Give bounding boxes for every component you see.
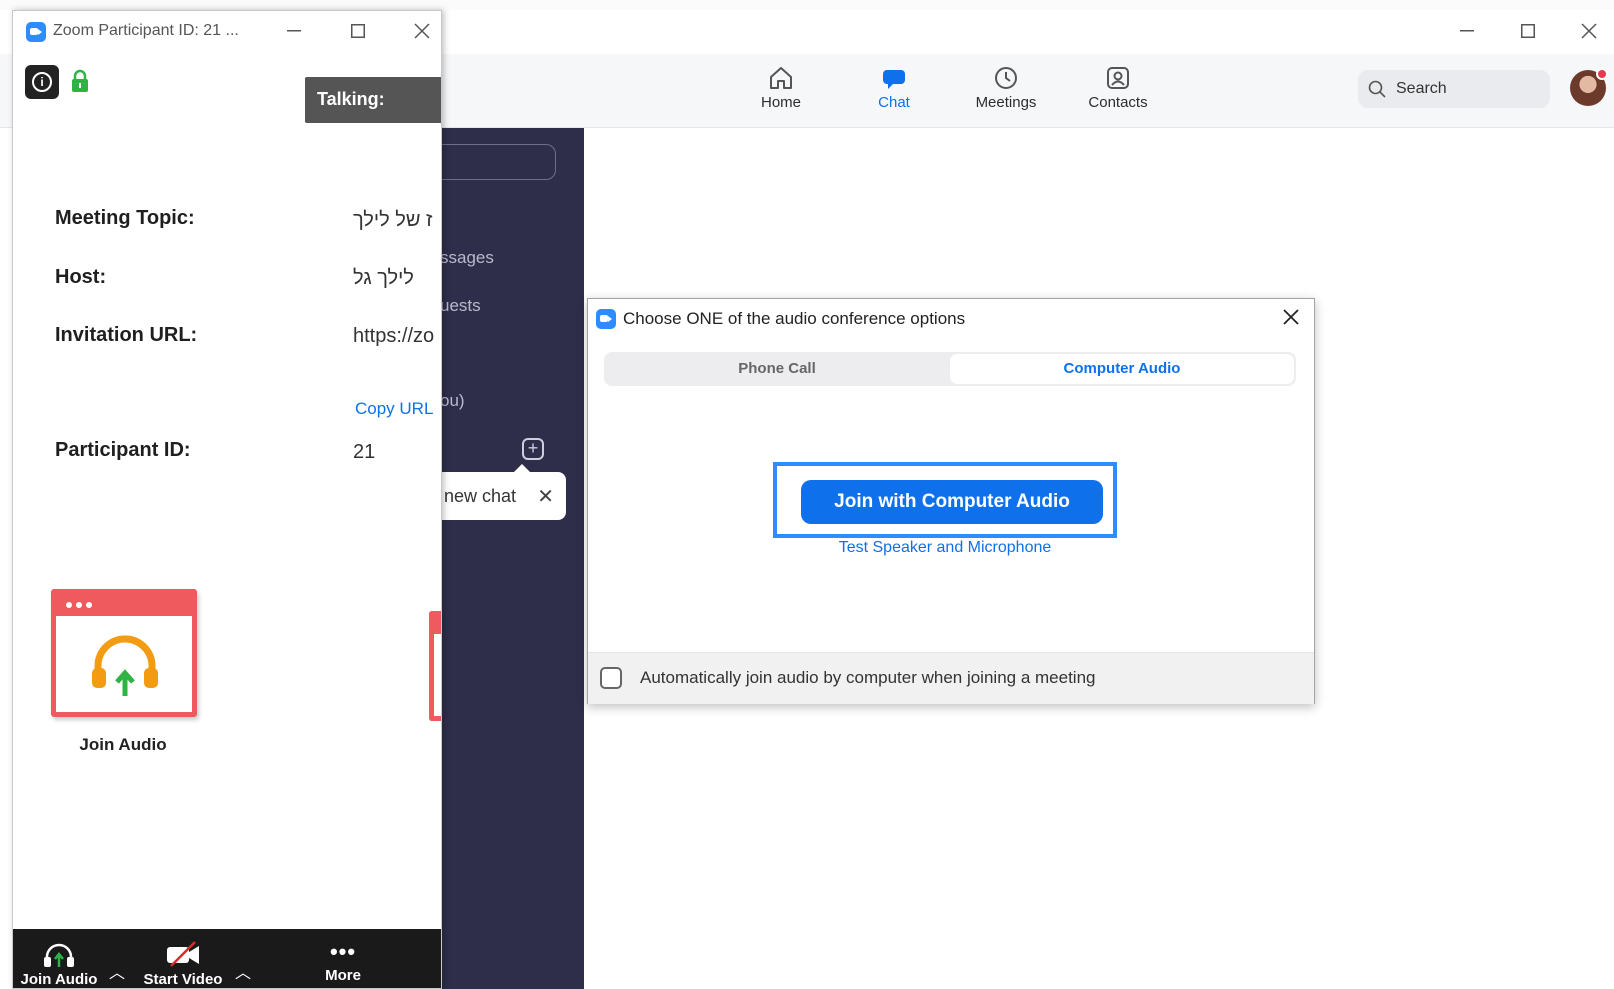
- test-speaker-mic-link[interactable]: Test Speaker and Microphone: [588, 539, 1302, 557]
- invitation-url-value: https://zo: [353, 325, 435, 347]
- invitation-url-label: Invitation URL:: [55, 324, 198, 346]
- sidebar-item-messages[interactable]: ssages: [440, 248, 494, 268]
- desktop-strip: [0, 0, 1614, 10]
- start-video-button-label: Start Video: [143, 971, 223, 988]
- home-icon: [770, 67, 792, 89]
- zoom-logo-icon: [596, 309, 616, 329]
- audio-dialog-footer: Automatically join audio by computer whe…: [588, 652, 1314, 704]
- meeting-info-icon[interactable]: i: [25, 65, 59, 99]
- minimize-icon: [1460, 30, 1474, 32]
- participant-window-title: Zoom Participant ID: 21 ...: [53, 22, 239, 39]
- nav-meetings-label: Meetings: [975, 94, 1037, 111]
- add-chat-icon[interactable]: +: [522, 438, 544, 460]
- close-icon: [1581, 23, 1597, 39]
- nav-meetings[interactable]: Meetings: [956, 64, 1056, 111]
- headphones-icon: [92, 635, 158, 696]
- audio-dialog-title: Choose ONE of the audio conference optio…: [623, 309, 966, 328]
- host-label: Host:: [55, 266, 107, 288]
- start-video-button[interactable]: Start Video: [137, 941, 229, 988]
- dialog-close-button[interactable]: [1276, 303, 1306, 333]
- close-icon: [414, 23, 430, 39]
- nav-contacts[interactable]: Contacts: [1068, 64, 1168, 111]
- video-options-caret-icon[interactable]: ︿: [235, 959, 251, 983]
- notification-badge: [1596, 68, 1608, 80]
- join-audio-tile-label: Join Audio: [79, 735, 167, 754]
- search-label: Search: [1396, 80, 1447, 97]
- maximize-icon: [351, 24, 365, 38]
- talking-indicator: Talking:: [305, 77, 441, 123]
- minimize-button[interactable]: [1444, 14, 1490, 48]
- meeting-toolbar: Join Audio ︿ Start Video ︿ ••• More: [13, 929, 441, 988]
- sidebar-item-requests[interactable]: uests: [440, 296, 481, 316]
- share-tile[interactable]: [429, 611, 441, 721]
- nav-chat-label: Chat: [878, 94, 910, 111]
- pw-maximize-button[interactable]: [335, 14, 381, 48]
- nav-home-label: Home: [760, 94, 801, 111]
- zoom-logo-icon: [26, 22, 46, 42]
- pw-minimize-button[interactable]: [271, 14, 317, 48]
- maximize-button[interactable]: [1505, 14, 1551, 48]
- auto-join-label: Automatically join audio by computer whe…: [640, 668, 1096, 687]
- participant-id-value: 21: [353, 441, 376, 463]
- nav-home[interactable]: Home: [731, 64, 831, 111]
- audio-tabs: Phone Call Computer Audio: [604, 352, 1296, 386]
- participant-window: Zoom Participant ID: 21 ... i Talking: M…: [12, 10, 442, 989]
- meeting-topic-label: Meeting Topic:: [55, 207, 195, 229]
- pw-close-button[interactable]: [399, 14, 441, 48]
- more-dots-icon: •••: [329, 939, 357, 964]
- lock-icon[interactable]: [71, 69, 89, 93]
- more-button[interactable]: ••• More: [311, 939, 375, 985]
- chat-icon: [883, 70, 905, 89]
- close-window-button[interactable]: [1566, 14, 1612, 48]
- new-chat-tooltip: new chat ✕: [430, 464, 566, 520]
- join-computer-audio-button[interactable]: Join with Computer Audio: [801, 480, 1103, 524]
- video-off-icon: [167, 941, 199, 967]
- host-value: לילך גל: [353, 267, 414, 289]
- nav-chat[interactable]: Chat: [844, 64, 944, 111]
- tab-computer-audio[interactable]: Computer Audio: [950, 354, 1294, 384]
- audio-options-dialog: Choose ONE of the audio conference optio…: [587, 298, 1315, 704]
- participant-window-titlebar: Zoom Participant ID: 21 ...: [13, 11, 441, 51]
- tooltip-close-icon[interactable]: ✕: [537, 484, 554, 509]
- more-button-label: More: [325, 967, 361, 984]
- audio-options-caret-icon[interactable]: ︿: [109, 959, 125, 983]
- headphones-icon: [44, 943, 74, 967]
- join-audio-tile[interactable]: [51, 589, 197, 717]
- copy-url-link[interactable]: Copy URL: [355, 399, 433, 419]
- minimize-icon: [287, 30, 301, 32]
- audio-dialog-titlebar: Choose ONE of the audio conference optio…: [588, 299, 1314, 337]
- close-icon: [1283, 309, 1299, 325]
- maximize-icon: [1521, 24, 1535, 38]
- join-audio-button[interactable]: Join Audio: [17, 941, 101, 988]
- join-audio-button-label: Join Audio: [20, 971, 98, 988]
- auto-join-checkbox[interactable]: [600, 667, 622, 689]
- contacts-icon: [1107, 67, 1129, 89]
- meeting-topic-value: ז של לילך: [353, 209, 433, 231]
- clock-icon: [995, 67, 1017, 89]
- nav-contacts-label: Contacts: [1088, 94, 1148, 111]
- search-input[interactable]: Search: [1358, 70, 1550, 108]
- new-chat-tooltip-text: new chat: [444, 485, 517, 506]
- sidebar-item-you[interactable]: ou): [440, 391, 465, 411]
- search-icon: [1368, 80, 1386, 98]
- participant-id-label: Participant ID:: [55, 439, 191, 461]
- tab-phone-call[interactable]: Phone Call: [606, 354, 948, 384]
